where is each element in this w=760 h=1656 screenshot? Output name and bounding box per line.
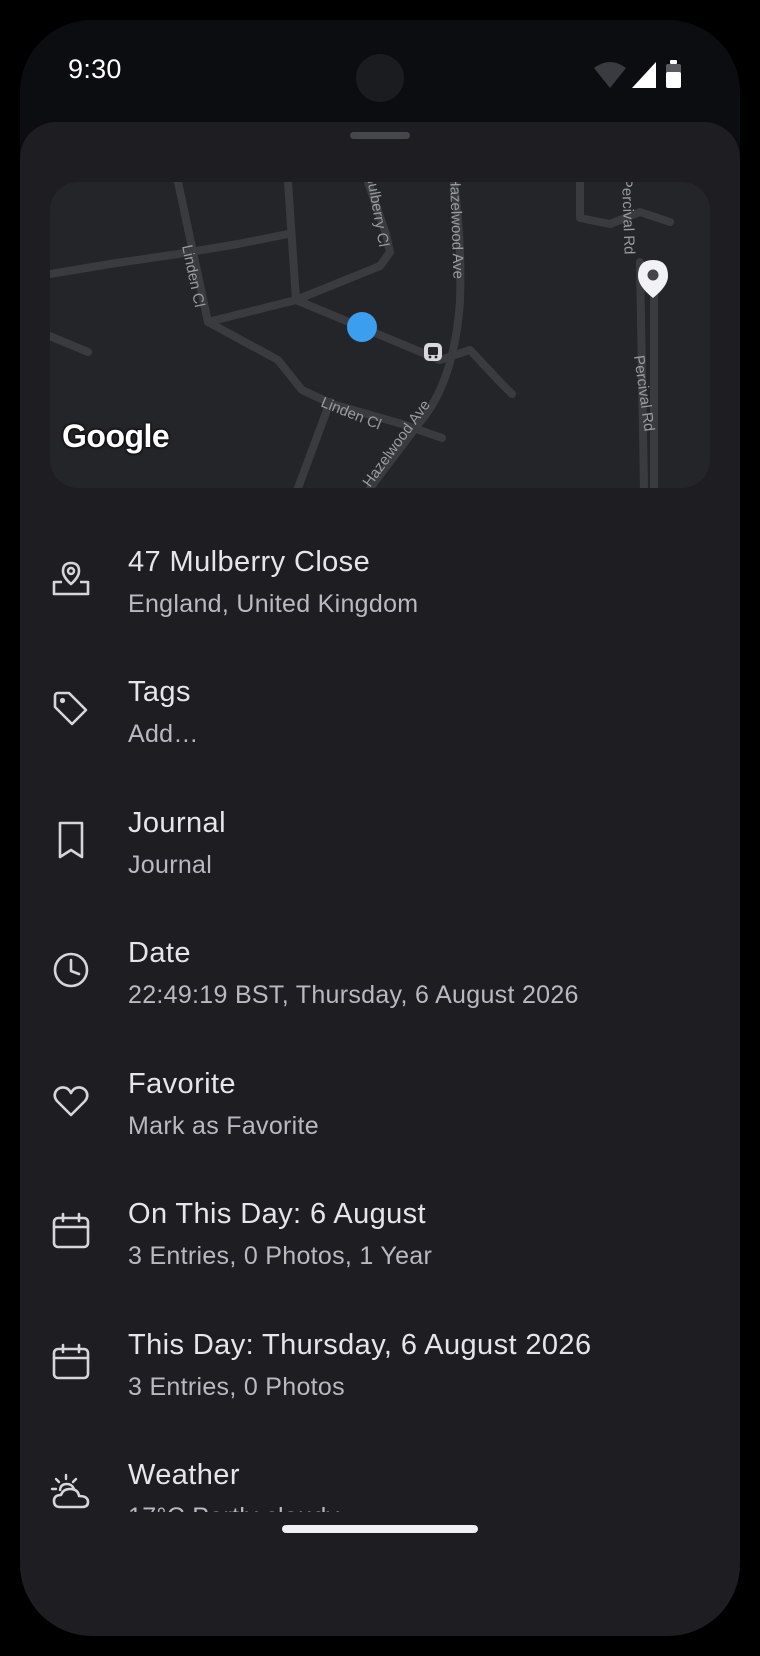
detail-subtitle: Mark as Favorite [128,1112,319,1140]
detail-row-weather[interactable]: Weather 17°C Partly cloudy [20,1425,740,1512]
wifi-icon [594,62,626,88]
street-label-hazelwood-ave-top: Hazelwood Ave [446,182,467,279]
battery-icon [666,60,681,88]
location-pin-icon [52,561,90,596]
calendar-icon [52,1212,90,1249]
status-time: 9:30 [68,54,122,84]
detail-subtitle: 17°C Partly cloudy [128,1503,339,1512]
detail-row-location[interactable]: 47 Mulberry Close England, United Kingdo… [20,512,740,642]
street-label-hazelwood-ave-bottom: Hazelwood Ave [359,397,433,488]
weather-partly-cloudy-icon [50,1473,90,1509]
detail-row-this-day[interactable]: This Day: Thursday, 6 August 2026 3 Entr… [20,1295,740,1425]
street-label-percival-rd-top: Percival Rd [618,182,638,255]
detail-row-on-this-day[interactable]: On This Day: 6 August 3 Entries, 0 Photo… [20,1164,740,1294]
status-icons [592,58,692,94]
phone-frame: 9:30 Linden Cl Linden Cl Hazelwood Ave H… [0,0,760,1656]
gesture-nav-bar[interactable] [282,1525,478,1533]
detail-title: 47 Mulberry Close [128,546,371,578]
current-location-dot[interactable] [347,312,377,342]
detail-title: Weather [128,1459,240,1491]
detail-title: On This Day: 6 August [128,1198,427,1230]
detail-title: Journal [128,807,226,839]
signal-icon [632,62,656,88]
google-attribution: Google [62,418,170,454]
location-map[interactable]: Linden Cl Linden Cl Hazelwood Ave Hazelw… [50,182,710,488]
detail-subtitle: 3 Entries, 0 Photos, 1 Year [128,1242,433,1270]
drag-handle[interactable] [350,132,410,139]
screen: 9:30 Linden Cl Linden Cl Hazelwood Ave H… [20,20,740,1636]
front-camera [356,54,404,102]
detail-row-date[interactable]: Date 22:49:19 BST, Thursday, 6 August 20… [20,903,740,1033]
detail-subtitle: Add… [128,720,199,748]
detail-title: Favorite [128,1068,236,1100]
detail-title: This Day: Thursday, 6 August 2026 [128,1329,592,1361]
detail-title: Date [128,937,191,969]
detail-subtitle: 22:49:19 BST, Thursday, 6 August 2026 [128,981,579,1009]
entry-info-sheet: Linden Cl Linden Cl Hazelwood Ave Hazelw… [20,122,740,1636]
detail-row-tags[interactable]: Tags Add… [20,642,740,772]
street-label-mulberry-cl: Mulberry Cl [362,182,392,248]
bookmark-icon [58,821,84,859]
detail-subtitle: Journal [128,851,213,879]
status-bar: 9:30 [20,20,740,124]
detail-subtitle: England, United Kingdom [128,590,419,618]
detail-row-favorite[interactable]: Favorite Mark as Favorite [20,1034,740,1164]
clock-icon [53,952,89,988]
details-list: 47 Mulberry Close England, United Kingdo… [20,512,740,1512]
map-street-labels: Linden Cl Linden Cl Hazelwood Ave Hazelw… [178,182,657,488]
tag-icon [53,691,88,726]
bus-stop-icon [424,343,442,361]
detail-row-journal[interactable]: Journal Journal [20,773,740,903]
calendar-icon [52,1343,90,1380]
detail-subtitle: 3 Entries, 0 Photos [128,1373,345,1401]
heart-icon [53,1086,89,1117]
detail-title: Tags [128,676,191,708]
